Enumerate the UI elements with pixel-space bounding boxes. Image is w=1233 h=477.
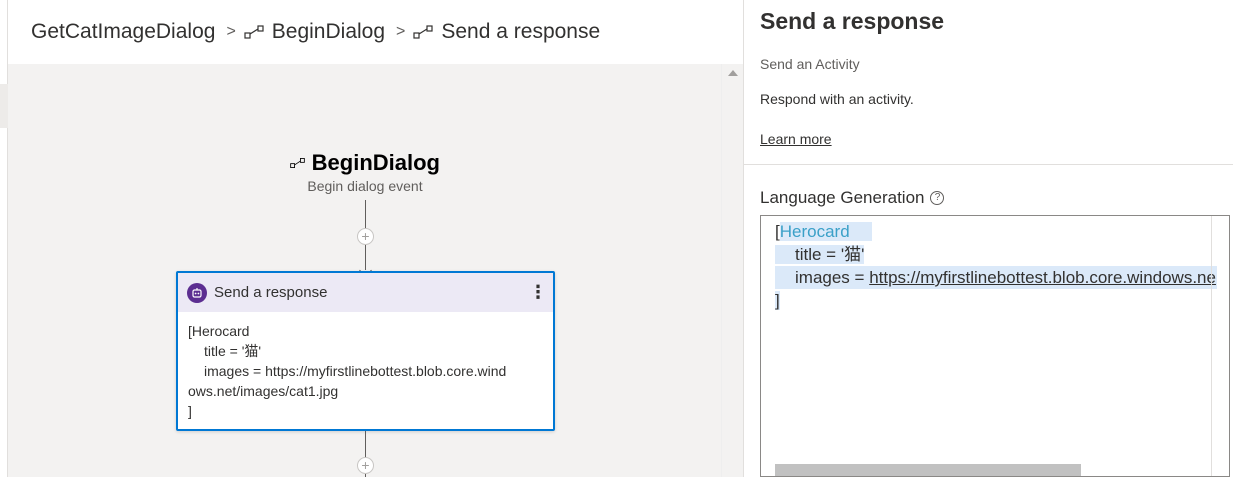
more-options-icon[interactable]: ⋮ <box>523 282 553 303</box>
editor-horizontal-scrollbar[interactable] <box>775 464 1081 476</box>
editor-line: ] <box>775 289 780 312</box>
editor-text: images = <box>795 268 870 287</box>
scroll-up-icon[interactable] <box>728 70 738 76</box>
node-title: Send a response <box>214 284 328 301</box>
canvas-scrollbar[interactable] <box>721 64 743 477</box>
left-nav-selected-item[interactable] <box>0 84 8 128</box>
editor-line: title = '猫' <box>775 243 865 266</box>
breadcrumb-item-trigger[interactable]: BeginDialog <box>244 20 385 44</box>
app-root: GetCatImageDialog > BeginDialog > Send a… <box>0 0 1233 477</box>
breadcrumb-item-action[interactable]: Send a response <box>413 20 600 44</box>
trigger-node-icon <box>413 25 433 39</box>
node-body-line: ows.net/images/cat1.jpg <box>188 383 339 399</box>
panel-title: Send a response <box>760 8 945 34</box>
flow-canvas[interactable]: BeginDialog Begin dialog event + Send a … <box>8 64 721 477</box>
editor-bracket: ] <box>775 291 780 310</box>
add-node-button[interactable]: + <box>357 228 374 245</box>
editor-line: images = https://myfirstlinebottest.blob… <box>775 266 1217 289</box>
node-body-line: ] <box>188 403 192 419</box>
node-body: [Herocard title = '猫' images = https://m… <box>178 312 553 421</box>
help-circle-icon[interactable]: ? <box>930 191 945 205</box>
divider <box>744 164 1233 165</box>
breadcrumb-item-dialog[interactable]: GetCatImageDialog <box>31 20 215 44</box>
breadcrumb: GetCatImageDialog > BeginDialog > Send a… <box>8 0 743 64</box>
panel-description: Respond with an activity. <box>760 91 914 107</box>
lg-field-label: Language Generation ? <box>760 188 945 208</box>
learn-more-link[interactable]: Learn more <box>760 131 832 147</box>
chevron-right-icon: > <box>396 23 406 40</box>
node-body-line: title = '猫' <box>204 343 262 359</box>
node-header: Send a response ⋮ <box>178 273 553 312</box>
lg-label-text: Language Generation <box>760 188 925 207</box>
editor-keyword: Herocard <box>779 222 872 241</box>
add-node-button[interactable]: + <box>357 457 374 474</box>
editor-vertical-scrollbar[interactable] <box>1211 216 1229 476</box>
property-panel: Send a response Send an Activity Respond… <box>743 0 1233 477</box>
breadcrumb-label: GetCatImageDialog <box>31 20 216 43</box>
lg-editor[interactable]: [Herocard title = '猫' images = https://m… <box>760 215 1230 477</box>
trigger-node-icon <box>244 25 264 39</box>
trigger-title: BeginDialog <box>311 150 440 175</box>
trigger-node-icon <box>290 158 305 168</box>
editor-line: [Herocard <box>775 220 872 243</box>
panel-kind: Send an Activity <box>760 56 860 72</box>
chevron-right-icon: > <box>226 23 236 40</box>
bot-icon <box>187 282 207 303</box>
editor-text: title = '猫' <box>775 245 865 264</box>
editor-url: https://myfirstlinebottest.blob.core.win… <box>869 268 1216 287</box>
trigger-subtitle: Begin dialog event <box>307 178 423 194</box>
trigger-node[interactable]: BeginDialog Begin dialog event <box>290 150 440 194</box>
node-body-line: [Herocard <box>188 323 250 339</box>
breadcrumb-label: Send a response <box>441 20 601 43</box>
breadcrumb-label: BeginDialog <box>271 20 386 43</box>
send-response-node[interactable]: Send a response ⋮ [Herocard title = '猫' … <box>176 271 555 431</box>
left-nav-strip <box>0 0 8 477</box>
node-body-line: images = https://myfirstlinebottest.blob… <box>204 363 507 379</box>
